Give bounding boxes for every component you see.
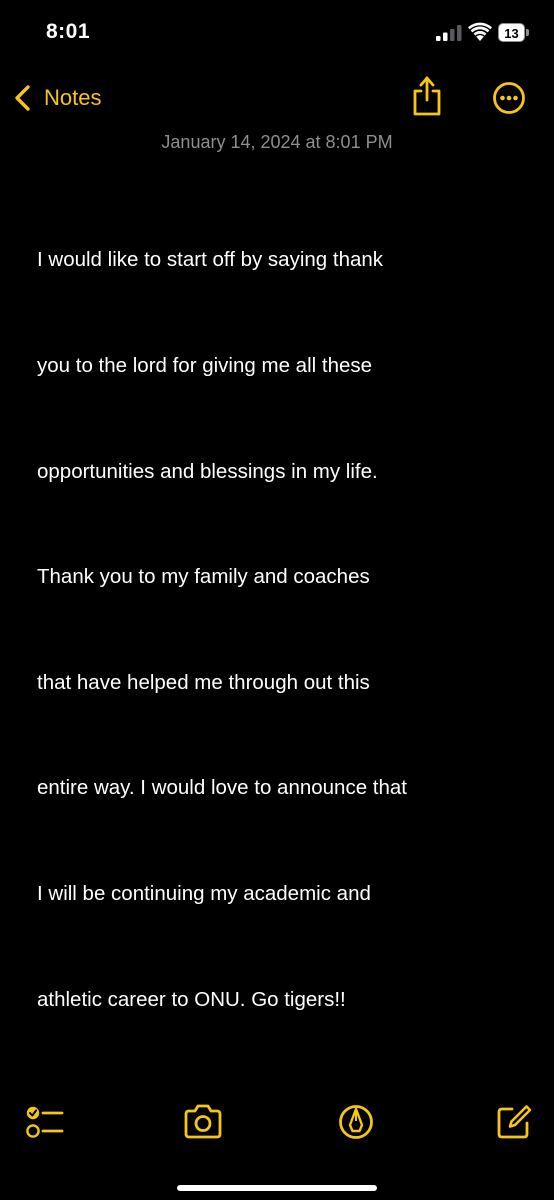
note-line: you to the lord for giving me all these [37,354,373,378]
battery-level: 13 [498,23,525,42]
checklist-icon[interactable] [25,1103,65,1141]
home-indicator[interactable] [177,1185,377,1191]
note-line: I will be continuing my academic and [37,882,371,906]
back-to-notes-button[interactable]: Notes [12,80,101,116]
note-line: that have helped me through out this [37,670,370,694]
back-button-label: Notes [44,85,102,110]
note-line: Thank you to my family and coaches [37,565,370,589]
battery-tip [526,29,529,36]
note-line: entire way. I would love to announce tha… [37,776,407,800]
markup-pen-icon[interactable] [336,1103,376,1141]
ellipsis-circle-icon[interactable] [492,81,526,115]
chevron-left-icon [15,85,30,111]
status-bar: 8:01 13 [0,0,554,70]
note-line: I would like to start off by saying than… [37,248,384,272]
share-icon[interactable] [410,75,444,117]
status-time: 8:01 [46,20,91,43]
wifi-icon [468,22,492,41]
note-line: opportunities and blessings in my life. [37,459,378,483]
note-date: January 14, 2024 at 8:01 PM [161,132,393,152]
compose-icon[interactable] [494,1103,534,1141]
battery-indicator: 13 [498,23,530,42]
note-body[interactable]: I would like to start off by saying than… [37,172,542,1052]
camera-icon[interactable] [183,1103,223,1141]
note-line: athletic career to ONU. Go tigers!! [37,987,346,1011]
cellular-signal-icon [436,25,462,41]
